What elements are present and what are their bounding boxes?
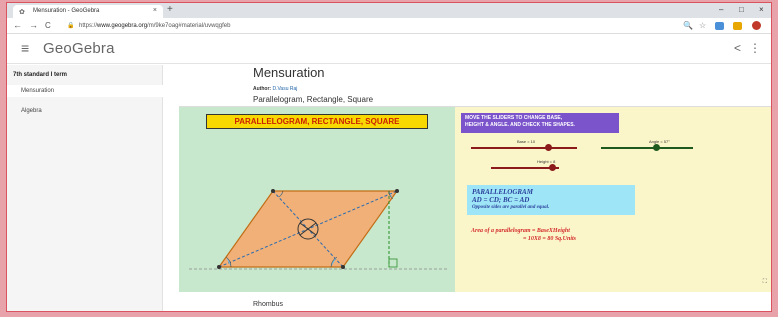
extension-icon[interactable] (715, 22, 724, 30)
bookmark-star-icon[interactable]: ☆ (699, 21, 706, 30)
share-icon[interactable]: < (734, 41, 741, 55)
profile-avatar[interactable] (752, 21, 761, 30)
address-bar: ← → C 🔒 https://www.geogebra.org/m/9ke7o… (7, 18, 771, 34)
instruction-box: MOVE THE SLIDERS TO CHANGE BASE, HEIGHT … (461, 113, 619, 133)
maximize-button[interactable]: □ (739, 5, 744, 14)
more-options-icon[interactable]: ⋮ (749, 41, 761, 55)
controls-pane: MOVE THE SLIDERS TO CHANGE BASE, HEIGHT … (455, 107, 771, 292)
geogebra-logo[interactable]: GeoGebra (43, 40, 115, 57)
parallelogram-info-box: PARALLELOGRAM AD = CD; BC = AD Opposite … (467, 185, 635, 215)
tab-bar: ✿ Mensuration - GeoGebra × + – □ × (7, 3, 771, 18)
height-slider-knob[interactable] (549, 164, 556, 171)
lock-icon: 🔒 (67, 23, 75, 29)
extension-icon-2[interactable] (733, 22, 742, 30)
reload-button[interactable]: C (45, 21, 51, 30)
geogebra-applet[interactable]: PARALLELOGRAM, RECTANGLE, SQUARE MOVE TH… (179, 106, 771, 292)
vertex-d (341, 265, 345, 269)
new-tab-button[interactable]: + (167, 4, 173, 15)
parallelogram-drawing[interactable] (179, 107, 455, 292)
angle-slider[interactable] (601, 144, 693, 151)
height-slider[interactable] (491, 164, 559, 171)
book-sidebar: 7th standard I term Mensuration Algebra (7, 65, 163, 311)
base-slider[interactable] (471, 144, 577, 151)
book-title: 7th standard I term (13, 72, 68, 78)
close-tab-icon[interactable]: × (153, 7, 157, 14)
tab-mensuration[interactable]: ✿ Mensuration - GeoGebra × (13, 5, 163, 18)
author-label: Author: (253, 86, 272, 92)
tab-title: Mensuration - GeoGebra (33, 8, 100, 14)
base-slider-label: Base = 10 (517, 139, 536, 144)
next-section-title: Rhombus (253, 301, 283, 308)
fullscreen-icon[interactable]: ⛶ (763, 279, 767, 286)
author-link[interactable]: D.Vasu Raj (272, 86, 297, 92)
vertex-c (395, 189, 399, 193)
angle-slider-label: Angle = 57° (649, 139, 670, 144)
back-button[interactable]: ← (13, 20, 22, 30)
graphics-view[interactable]: PARALLELOGRAM, RECTANGLE, SQUARE (179, 107, 455, 292)
geogebra-header: ≡ GeoGebra < ⋮ (7, 34, 771, 64)
vertex-b (271, 189, 275, 193)
minimize-button[interactable]: – (719, 5, 723, 14)
zoom-icon[interactable]: 🔍 (683, 21, 693, 30)
area-formula: Area of a parallelogram = BaseXHeight = … (471, 228, 577, 242)
sidebar-item-mensuration[interactable]: Mensuration (7, 85, 163, 97)
geogebra-favicon-icon: ✿ (19, 9, 25, 16)
close-window-button[interactable]: × (759, 5, 764, 14)
right-angle-mark (388, 258, 398, 268)
forward-button[interactable]: → (29, 20, 38, 30)
browser-window: ✿ Mensuration - GeoGebra × + – □ × ← → C… (6, 2, 772, 312)
url-field[interactable]: https://www.geogebra.org/m/9ke7oag#mater… (79, 23, 230, 29)
angle-slider-knob[interactable] (653, 144, 660, 151)
sidebar-item-algebra[interactable]: Algebra (21, 108, 42, 114)
base-slider-knob[interactable] (545, 144, 552, 151)
vertex-a (217, 265, 221, 269)
activity-subtitle: Parallelogram, Rectangle, Square (253, 95, 374, 104)
page-title: Mensuration (253, 65, 325, 80)
author-line: Author: D.Vasu Raj (253, 86, 297, 92)
menu-icon[interactable]: ≡ (21, 40, 29, 56)
